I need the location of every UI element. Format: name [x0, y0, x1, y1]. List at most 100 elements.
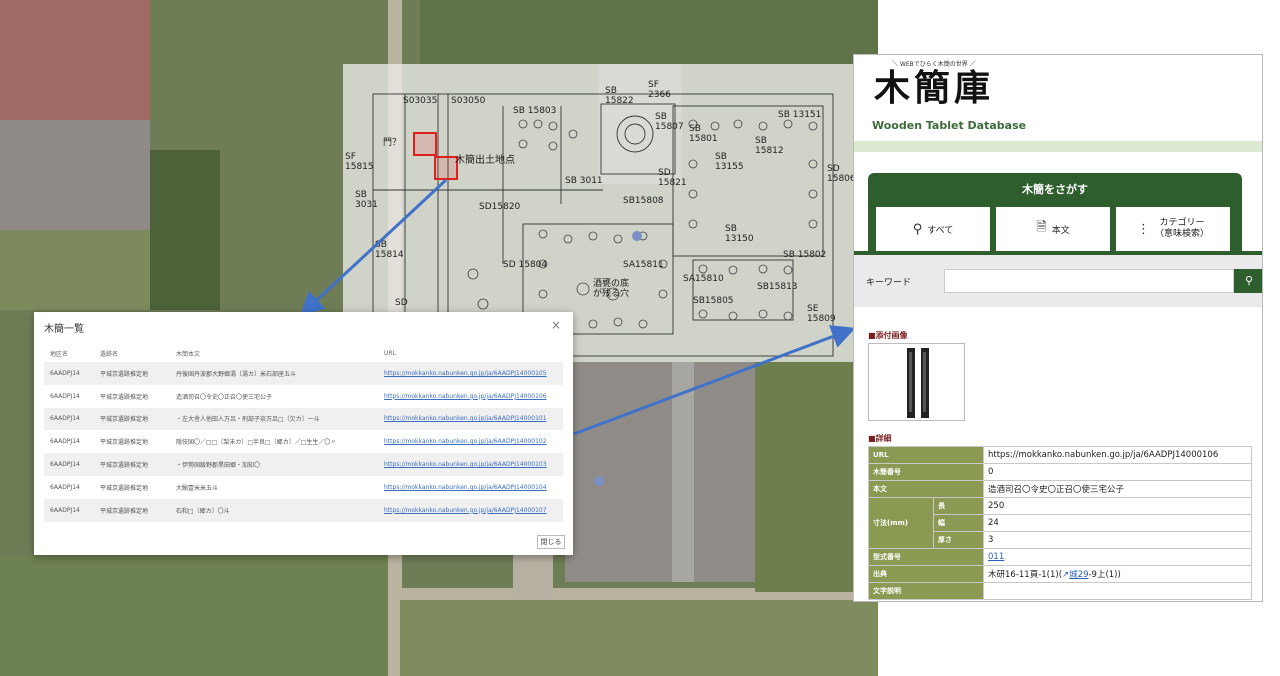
cell-area: 6AADPJ14	[44, 362, 94, 385]
detail-label: 文字説明	[868, 582, 984, 600]
cell-text: 石和□〔郷カ〕〇斗	[170, 498, 378, 522]
cell-text: 丹後国丹波郡大野郷湯〔湯カ〕米石部座五斗	[170, 362, 378, 385]
plan-label: SB 13155	[715, 152, 744, 172]
keyword-input[interactable]	[944, 269, 1234, 293]
plan-label: SB 3011	[565, 176, 603, 186]
detail-label: 型式番号	[868, 548, 984, 566]
detail-value: https://mokkanko.nabunken.go.jp/ja/6AADP…	[983, 446, 1252, 464]
tablet-image[interactable]	[868, 343, 965, 421]
cell-area: 6AADPJ14	[44, 453, 94, 476]
plan-label: SB 15812	[755, 136, 784, 156]
plan-label: SD 15804	[503, 260, 548, 270]
detail-value: 木研16-11頁-1(1)(↗城29-9上(1))	[983, 565, 1252, 583]
keyword-label: キーワード	[866, 278, 912, 288]
table-body: 6AADPJ14 平城京遺跡推定地 丹後国丹波郡大野郷湯〔湯カ〕米石部座五斗 http…	[44, 362, 563, 522]
detail-value	[983, 582, 1252, 600]
plan-label: SA15811	[623, 260, 664, 270]
plan-label: SD15820	[479, 202, 521, 212]
column-header: 木簡本文	[176, 350, 201, 358]
plan-label: SB 15822	[605, 86, 634, 106]
cell-text: 隠伎国〇／□□〔梨未カ〕□半良□〔郷カ〕／□生生／〇〃	[176, 439, 337, 447]
building-roof-grey	[0, 120, 150, 230]
detail-heading: ■詳細	[868, 434, 892, 443]
cell-url: https://mokkanko.nabunken.go.jp/ja/6AADP…	[378, 476, 563, 499]
table-row[interactable]: 6AADPJ14 平城京遺跡推定地 ・左大舎人他田人万呂・刑部子奈万呂□〔欠カ〕一斗…	[44, 407, 563, 431]
cell-area: 6AADPJ14	[44, 498, 94, 522]
detail-label: URL	[868, 446, 984, 464]
plan-label: SD 15806	[827, 164, 856, 184]
plan-label: SB 15803	[513, 106, 557, 116]
close-button[interactable]: 閉じる	[537, 535, 565, 549]
source-link[interactable]: 城29	[1069, 570, 1088, 580]
table-row[interactable]: 6AADPJ14 平城京遺跡推定地 隠伎国〇／□□〔梨未カ〕□半良□〔郷カ〕／□生生…	[44, 430, 563, 453]
table-row[interactable]: 6AADPJ14 平城京遺跡推定地 造酒司召〇令史〇正召〇使三宅公子 https://…	[44, 385, 563, 408]
cell-site: 平城京遺跡推定地	[94, 407, 170, 431]
plan-label: SB 15807	[655, 112, 684, 132]
plan-label: SE 15809	[807, 304, 836, 324]
url-link[interactable]: https://mokkanko.nabunken.go.jp/ja/6AADP…	[384, 393, 547, 400]
cell-url: https://mokkanko.nabunken.go.jp/ja/6AADP…	[378, 498, 563, 522]
detail-sublabel: 幅	[933, 514, 984, 532]
url-link[interactable]: https://mokkanko.nabunken.go.jp/ja/6AADP…	[384, 461, 547, 468]
detail-table: URL https://mokkanko.nabunken.go.jp/ja/6…	[868, 446, 1252, 600]
site-logo-subtitle: Wooden Tablet Database	[872, 119, 1027, 132]
column-header: URL	[384, 349, 396, 357]
plan-label: SB 13151	[778, 110, 822, 120]
cell-area: 6AADPJ14	[44, 407, 94, 431]
search-box: 木簡をさがす ⚲ すべて 🗎 本文 ⋮ カテゴリー （意味検索）	[868, 173, 1242, 255]
table-row[interactable]: 6AADPJ14 平城京遺跡推定地 大鰯壹米米五斗 https://mokkanko.…	[44, 476, 563, 499]
plan-label: SB 15801	[689, 124, 718, 144]
table-row[interactable]: 6AADPJ14 平城京遺跡推定地 ・伊勢国飯野郡黒田郷・加知〇 https://mo…	[44, 453, 563, 476]
url-link[interactable]: https://mokkanko.nabunken.go.jp/ja/6AADP…	[384, 507, 547, 514]
detail-sublabel: 厚さ	[933, 531, 984, 549]
cell-area: 6AADPJ14	[50, 438, 80, 446]
tab-text[interactable]: 🗎 本文	[996, 207, 1110, 251]
close-icon[interactable]: ×	[551, 318, 561, 332]
plan-label: S03050	[451, 96, 486, 106]
url-link[interactable]: https://mokkanko.nabunken.go.jp/ja/6AADP…	[384, 370, 547, 377]
marker-dot	[632, 231, 642, 241]
tab-category[interactable]: ⋮ カテゴリー （意味検索）	[1116, 207, 1230, 251]
cell-site: 平城京遺跡推定地	[94, 498, 170, 522]
cell-text: ・伊勢国飯野郡黒田郷・加知〇	[170, 453, 378, 476]
table-row[interactable]: 6AADPJ14 平城京遺跡推定地 石和□〔郷カ〕〇斗 https://mokkank…	[44, 498, 563, 522]
plan-label: SD 15821	[658, 168, 687, 188]
cell-url: https://mokkanko.nabunken.go.jp/ja/6AADP…	[378, 430, 563, 453]
category-icon: ⋮	[1136, 221, 1150, 237]
find-spot-marker-1[interactable]	[413, 132, 437, 156]
field-area	[0, 230, 150, 310]
type-link[interactable]: 011	[988, 552, 1004, 562]
detail-value: 011	[983, 548, 1252, 566]
cell-site: 平城京遺跡推定地	[94, 453, 170, 476]
road-east	[672, 362, 694, 582]
plan-label: SB 13150	[725, 224, 754, 244]
search-title: 木簡をさがす	[1022, 183, 1088, 196]
detail-label: 寸法(mm)	[868, 497, 934, 549]
url-link[interactable]: https://mokkanko.nabunken.go.jp/ja/6AADP…	[384, 484, 547, 491]
url-link[interactable]: https://mokkanko.nabunken.go.jp/ja/6AADP…	[384, 438, 547, 445]
mokkanko-panel: ＼ WEBでひらく木簡の世界 ／ 木簡庫 Wooden Tablet Datab…	[853, 54, 1263, 602]
table-row[interactable]: 6AADPJ14 平城京遺跡推定地 丹後国丹波郡大野郷湯〔湯カ〕米石部座五斗 http…	[44, 362, 563, 385]
cell-url: https://mokkanko.nabunken.go.jp/ja/6AADP…	[378, 453, 563, 476]
url-link[interactable]: https://mokkanko.nabunken.go.jp/ja/6AADP…	[384, 415, 547, 422]
image-heading: ■添付画像	[868, 331, 908, 340]
search-button[interactable]: ⚲	[1234, 269, 1262, 293]
tablet-list-dialog: 木簡一覧 × 地区名 遺跡名 木簡本文 URL 6AADPJ14 平城京遺跡推定地…	[34, 312, 573, 555]
detail-value: 3	[983, 531, 1252, 549]
plan-label: SB 3031	[355, 190, 378, 210]
cell-url: https://mokkanko.nabunken.go.jp/ja/6AADP…	[378, 407, 563, 431]
column-header: 遺跡名	[100, 350, 119, 358]
tree-line-top	[420, 0, 878, 64]
keyword-row: キーワード ⚲	[854, 255, 1262, 307]
plan-label: S03035	[403, 96, 438, 106]
tab-all[interactable]: ⚲ すべて	[876, 207, 990, 251]
plan-label: SB 15802	[783, 250, 827, 260]
marker-dot	[594, 476, 604, 486]
source-text: 木研16-11頁-1(1)(	[988, 570, 1063, 580]
grass-bottom	[0, 556, 388, 676]
header-band	[854, 141, 1262, 152]
sand-area	[400, 600, 878, 676]
cell-site: 平城京遺跡推定地	[100, 484, 149, 492]
detail-value: 造酒司召〇令史〇正召〇使三宅公子	[983, 480, 1252, 498]
site-logo[interactable]: 木簡庫	[874, 65, 994, 111]
